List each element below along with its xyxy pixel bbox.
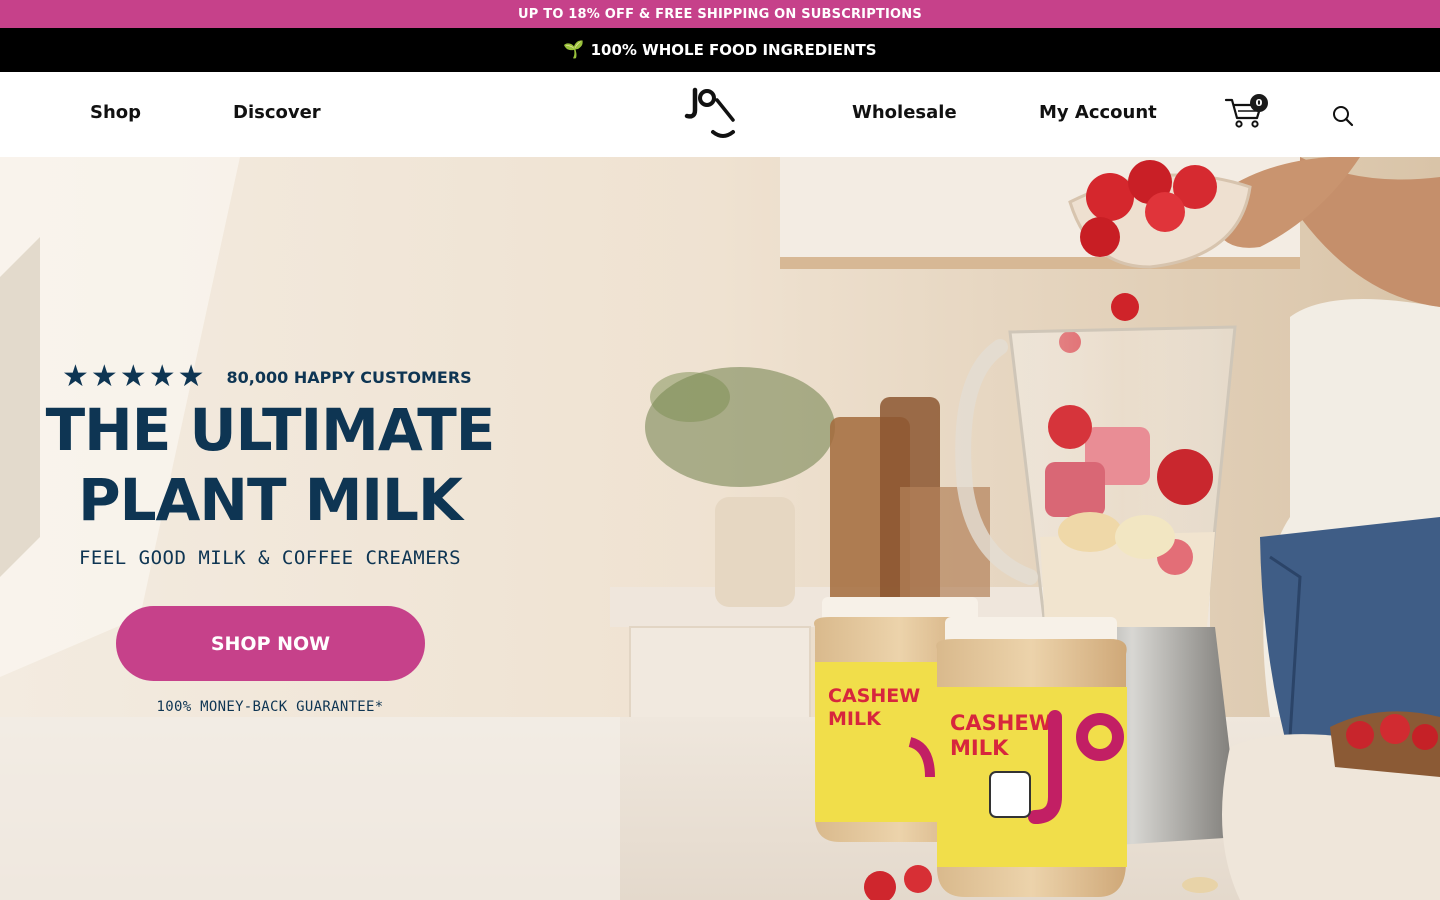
info-text: 100% WHOLE FOOD INGREDIENTS	[590, 41, 877, 59]
nav-discover[interactable]: Discover	[233, 102, 321, 123]
five-star-rating-icon: ★ ★ ★ ★ ★	[62, 359, 205, 394]
nav-my-account[interactable]: My Account	[1039, 102, 1157, 123]
front-jar-label-line1: CASHEW	[950, 711, 1052, 735]
nav-shop[interactable]: Shop	[90, 102, 141, 123]
money-back-guarantee: 100% MONEY-BACK GUARANTEE*	[156, 699, 384, 715]
hero-headline: THE ULTIMATE PLANT MILK	[20, 395, 520, 535]
happy-customers-text: 80,000 HAPPY CUSTOMERS	[226, 367, 472, 387]
sprout-icon: 🌱	[563, 40, 585, 60]
rating-row: ★ ★ ★ ★ ★ 80,000 HAPPY CUSTOMERS	[62, 362, 472, 392]
site-header: Shop Discover Wholesale My Account 0	[0, 72, 1440, 157]
brand-logo[interactable]	[683, 84, 739, 144]
shop-now-button[interactable]: SHOP NOW	[116, 606, 425, 681]
back-jar-label-line2: MILK	[828, 708, 882, 730]
front-jar-label-line2: MILK	[950, 736, 1009, 760]
search-icon[interactable]	[1331, 104, 1355, 128]
hero-section: CASHEW MILK CASHEW MILK ★ ★ ★ ★ ★ 80,000 HAP…	[0, 157, 1440, 900]
hero-headline-line2: PLANT MILK	[78, 466, 463, 534]
info-banner: 🌱 100% WHOLE FOOD INGREDIENTS	[0, 28, 1440, 72]
nav-wholesale[interactable]: Wholesale	[852, 102, 957, 123]
cart-count-badge: 0	[1250, 94, 1268, 112]
promo-banner[interactable]: UP TO 18% OFF & FREE SHIPPING ON SUBSCRI…	[0, 0, 1440, 28]
promo-text: UP TO 18% OFF & FREE SHIPPING ON SUBSCRI…	[518, 6, 922, 22]
back-jar-label-line1: CASHEW	[828, 685, 920, 707]
hero-subheading: FEEL GOOD MILK & COFFEE CREAMERS	[78, 547, 462, 569]
hero-headline-line1: THE ULTIMATE	[45, 396, 496, 464]
